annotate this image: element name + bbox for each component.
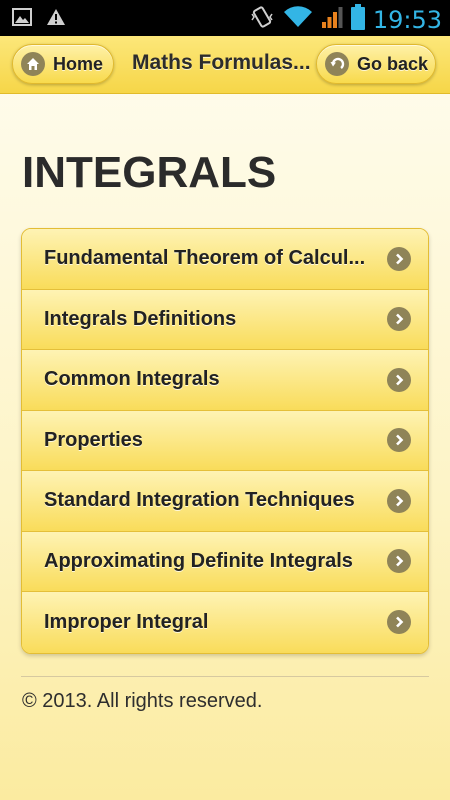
back-arrow-icon <box>325 52 349 76</box>
chevron-right-icon <box>387 428 411 453</box>
home-icon <box>21 52 45 76</box>
app-title: Maths Formulas... <box>132 51 311 74</box>
topic-list: Fundamental Theorem of Calcul... Integra… <box>21 228 429 654</box>
go-back-label: Go back <box>357 53 429 74</box>
list-item-label: Properties <box>44 428 143 451</box>
status-bar: 19:53 <box>0 0 450 36</box>
list-item-label: Approximating Definite Integrals <box>44 549 353 572</box>
chevron-right-icon <box>387 367 411 392</box>
list-item-fundamental-theorem[interactable]: Fundamental Theorem of Calcul... <box>22 229 428 290</box>
home-button-label: Home <box>53 53 104 74</box>
chevron-right-icon <box>387 549 411 574</box>
battery-icon <box>350 4 365 35</box>
chevron-right-icon <box>387 488 411 513</box>
clock: 19:53 <box>372 5 442 34</box>
list-item-improper-integral[interactable]: Improper Integral <box>22 592 428 653</box>
chevron-right-icon <box>387 307 411 332</box>
copyright-text: © 2013. All rights reserved. <box>22 690 263 712</box>
chevron-right-icon <box>387 610 411 635</box>
list-item-label: Integrals Definitions <box>44 307 237 330</box>
list-item-integrals-definitions[interactable]: Integrals Definitions <box>22 289 428 350</box>
image-notification-icon <box>12 8 32 31</box>
page-title: INTEGRALS <box>22 148 277 197</box>
list-item-label: Fundamental Theorem of Calcul... <box>44 247 366 270</box>
chevron-right-icon <box>387 246 411 271</box>
footer-divider <box>21 676 429 677</box>
list-item-label: Standard Integration Techniques <box>44 489 355 512</box>
header-bar: Home Maths Formulas... Go back <box>0 36 450 94</box>
signal-icon <box>321 5 343 34</box>
vibrate-icon <box>249 4 275 35</box>
list-item-common-integrals[interactable]: Common Integrals <box>22 350 428 411</box>
list-item-approximating-definite-integrals[interactable]: Approximating Definite Integrals <box>22 531 428 592</box>
home-button[interactable]: Home <box>12 44 114 84</box>
warning-icon <box>46 8 66 31</box>
list-item-label: Common Integrals <box>44 368 220 391</box>
list-item-standard-integration-techniques[interactable]: Standard Integration Techniques <box>22 471 428 532</box>
go-back-button[interactable]: Go back <box>316 44 436 84</box>
wifi-icon <box>283 5 313 34</box>
list-item-properties[interactable]: Properties <box>22 410 428 471</box>
list-item-label: Improper Integral <box>44 610 209 633</box>
